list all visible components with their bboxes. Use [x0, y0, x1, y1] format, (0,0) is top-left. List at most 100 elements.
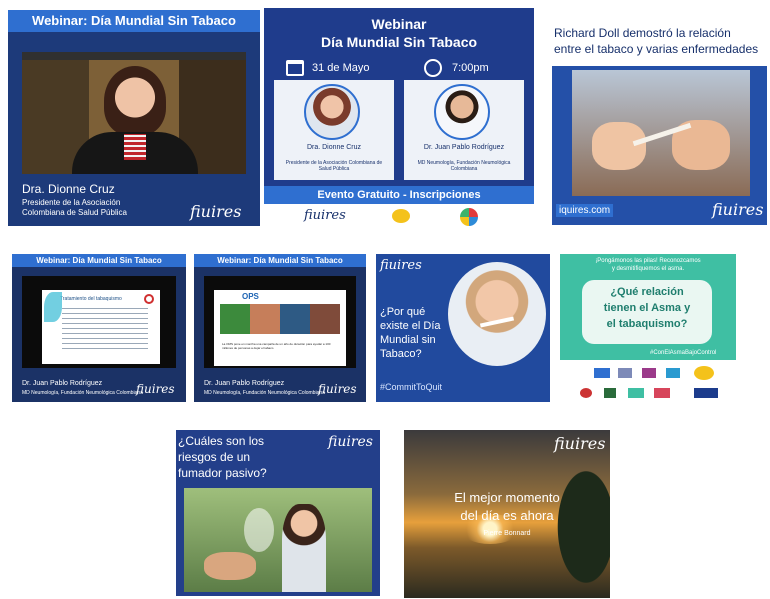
- speaker-role: Presidente de la Asociación Colombiana d…: [22, 198, 127, 217]
- top-line2: y desmitifiquemos el asma.: [611, 266, 685, 272]
- webinar-header: Webinar: Día Mundial Sin Tabaco: [194, 254, 366, 267]
- top-line1: ¡Pongámonos las pilas! Reconozcamos: [595, 258, 701, 264]
- fiuires-logo: fiuires: [328, 434, 373, 450]
- video-toolbar: [22, 52, 246, 60]
- speaker2-avatar: [434, 84, 490, 140]
- slide-title: Tratamiento del tabaquismo: [60, 296, 122, 302]
- question-line4: Tabaco?: [380, 348, 422, 360]
- tile-webinar-video-dionne: Webinar: Día Mundial Sin Tabaco Dra. Dio…: [8, 10, 260, 226]
- caption-box: Richard Doll demostró la relación entre …: [552, 10, 767, 66]
- sponsor-logo-icon: [654, 388, 670, 398]
- slide-brand: OPS: [242, 292, 259, 301]
- tile-asthma-smoking: ¡Pongámonos las pilas! Reconozcamos y de…: [560, 254, 736, 404]
- hashtag: #CommitToQuit: [380, 382, 443, 392]
- speaker-name: Dr. Juan Pablo Rodríguez: [204, 380, 285, 387]
- speaker-name: Dra. Dionne Cruz: [22, 182, 115, 196]
- question-line3: Mundial sin: [380, 334, 436, 346]
- question-line2: tienen el Asma y: [603, 302, 691, 314]
- poster-footer: fiuires: [264, 204, 534, 230]
- lungs-icon: [694, 366, 714, 380]
- poster-time: 7:00pm: [452, 62, 489, 74]
- question-line1: ¿Qué relación: [610, 286, 684, 298]
- question-line3: fumador pasivo?: [178, 466, 267, 480]
- tile-quote-sunset: fiuires El mejor momento del día es ahor…: [404, 430, 610, 598]
- url-label: iquires.com: [556, 204, 614, 217]
- question-bubble: ¿Qué relación tienen el Asma y el tabaqu…: [582, 280, 712, 344]
- speaker-scarf: [124, 134, 146, 160]
- tile-webinar-slide-ops: Webinar: Día Mundial Sin Tabaco OPS La O…: [194, 254, 366, 402]
- tile-event-poster: Webinar Día Mundial Sin Tabaco 31 de May…: [264, 8, 534, 230]
- smoke: [244, 508, 274, 552]
- sponsor-logo-icon: [604, 388, 616, 398]
- speaker2-photo-card: Dr. Juan Pablo Rodríguez MD Neumología, …: [404, 80, 524, 180]
- fiuires-logo: fiuires: [136, 382, 175, 396]
- quote-line2: del día es ahora: [460, 508, 554, 523]
- sponsor-logo-icon: [642, 368, 656, 378]
- speaker2-role: MD Neumología, Fundación Neumológica Col…: [417, 160, 511, 172]
- hand-left: [592, 122, 646, 170]
- tile-webinar-slide-treatment: Webinar: Día Mundial Sin Tabaco Tratamie…: [12, 254, 186, 402]
- caption-line1: Richard Doll demostró la relación: [554, 26, 731, 40]
- tile-why-world-no-tobacco-day: fiuires ¿Por qué existe el Día Mundial s…: [376, 254, 550, 402]
- smoker-hand: [204, 552, 256, 580]
- poster-title-line1: Webinar: [371, 16, 427, 32]
- speaker1-photo-card: Dra. Dionne Cruz Presidente de la Asocia…: [274, 80, 394, 180]
- webinar-header: Webinar: Día Mundial Sin Tabaco: [8, 10, 260, 32]
- video-frame: [22, 52, 246, 174]
- fiuires-logo: fiuires: [712, 200, 764, 219]
- clock-icon: [424, 59, 442, 77]
- slide-white: OPS La OMS pone en marcha una campaña de…: [214, 290, 346, 366]
- breaking-cigarette-photo: [572, 70, 750, 196]
- poster-date: 31 de Mayo: [312, 62, 370, 74]
- sponsor-logo-icon: [694, 388, 718, 398]
- slide-text-lines: [62, 308, 148, 352]
- sponsor-logo-icon: [618, 368, 632, 378]
- question-line1: ¿Por qué: [380, 306, 426, 318]
- sponsor-logos-strip: [560, 360, 736, 404]
- speaker-figure: [104, 66, 166, 136]
- slide-caption: La OMS pone en marcha una campaña de un …: [222, 342, 331, 350]
- fiuires-logo: fiuires: [554, 434, 606, 453]
- calendar-icon: [286, 60, 304, 76]
- fiuires-logo: fiuires: [318, 382, 357, 396]
- tile-passive-smoker: ¿Cuáles son los riesgos de un fumador pa…: [176, 430, 380, 596]
- fiuires-logo: fiuires: [190, 202, 242, 221]
- no-smoking-icon: [144, 294, 154, 304]
- woman-figure: [282, 504, 326, 592]
- speaker1-role: Presidente de la Asociación Colombiana d…: [285, 160, 383, 172]
- webinar-header: Webinar: Día Mundial Sin Tabaco: [12, 254, 186, 267]
- speaker-name: Dr. Juan Pablo Rodríguez: [22, 380, 103, 387]
- collage-page: Webinar: Día Mundial Sin Tabaco Dra. Dio…: [0, 0, 770, 599]
- slide-white: Tratamiento del tabaquismo: [42, 290, 160, 364]
- sponsor-logo-icon: [594, 368, 610, 378]
- slide-frame: Tratamiento del tabaquismo: [22, 276, 176, 368]
- tile-richard-doll: Richard Doll demostró la relación entre …: [552, 10, 767, 225]
- sponsor-logo-icon: [580, 388, 592, 398]
- sponsor-logo-icon: [666, 368, 680, 378]
- question-line1: ¿Cuáles son los: [178, 434, 265, 448]
- fiuires-logo: fiuires: [304, 208, 346, 223]
- speaker1-name: Dra. Dionne Cruz: [306, 144, 362, 151]
- quote-line1: El mejor momento: [454, 490, 560, 505]
- poster-cta-bar[interactable]: Evento Gratuito - Inscripciones: [264, 186, 534, 204]
- caption-line2: entre el tabaco y varias enfermedades: [554, 42, 759, 56]
- passive-smoker-photo: [184, 488, 372, 592]
- question-line2: existe el Día: [380, 320, 441, 332]
- fiuires-logo: fiuires: [380, 258, 422, 273]
- partner-logo-yellow-icon: [392, 209, 410, 223]
- woman-breaking-cigarette-photo: [448, 262, 546, 366]
- speaker1-avatar: [304, 84, 360, 140]
- slide-frame: OPS La OMS pone en marcha una campaña de…: [204, 276, 356, 368]
- quote-author: Pierre Bonnard: [483, 530, 531, 537]
- question-line3: el tabaquismo?: [606, 318, 688, 330]
- slide-leaf-icon: [44, 292, 62, 322]
- hashtag: #ConElAsmaBajoControl: [650, 350, 717, 356]
- question-line2: riesgos de un: [178, 450, 251, 464]
- partner-logo-round-icon: [460, 208, 478, 226]
- speaker2-name: Dr. Juan Pablo Rodríguez: [423, 144, 505, 151]
- tree-silhouette: [550, 456, 610, 598]
- speaker-role: MD Neumología, Fundación Neumológica Col…: [22, 390, 143, 396]
- sponsor-logo-icon: [628, 388, 644, 398]
- speaker-role: MD Neumología, Fundación Neumológica Col…: [204, 390, 325, 396]
- poster-title-line2: Día Mundial Sin Tabaco: [320, 34, 478, 50]
